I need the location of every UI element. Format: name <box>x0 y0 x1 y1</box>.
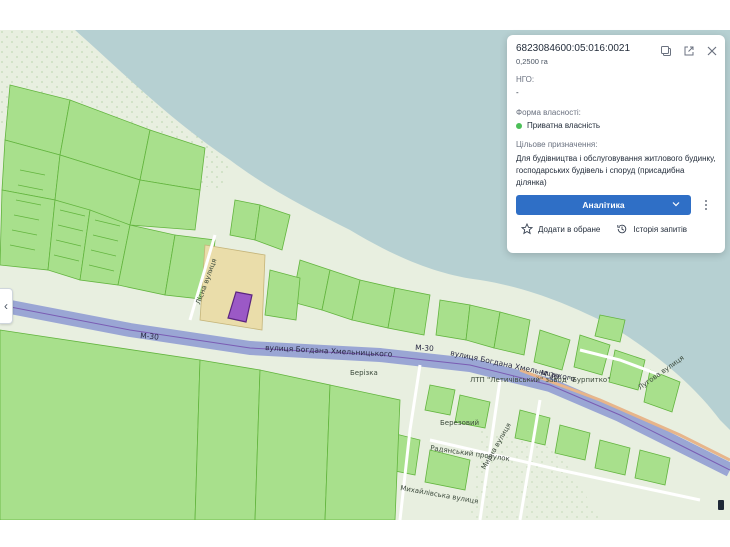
collapse-panel-handle[interactable]: ‹ <box>0 288 13 324</box>
more-vertical-icon[interactable] <box>701 197 711 213</box>
history-label: Історія запитів <box>633 224 687 234</box>
card-actions <box>659 44 719 58</box>
m30-label-left: M-30 <box>140 331 160 342</box>
ownership-label: Форма власності: <box>516 108 581 117</box>
cadastral-number: 6823084600:05:016:0021 <box>516 43 631 54</box>
place-label-bereznyi: Березовий <box>440 419 479 427</box>
purpose-value: Для будівництва і обслуговування житлово… <box>516 154 716 187</box>
add-favorite-label: Додати в обране <box>538 224 601 234</box>
ngo-value: - <box>516 88 519 97</box>
chevron-down-icon <box>672 202 680 207</box>
ownership-row: Приватна власність <box>516 121 600 130</box>
purpose-label: Цільове призначення: <box>516 140 598 149</box>
m30-label-mid: M-30 <box>415 343 434 353</box>
history-button[interactable]: Історія запитів <box>616 223 687 235</box>
star-icon <box>521 223 533 235</box>
analytics-button[interactable]: Аналітика <box>516 195 691 215</box>
place-label-berizka: Берізка <box>350 369 378 377</box>
parcel-info-card: 6823084600:05:016:0021 0,2500 га НГО: - … <box>507 35 725 253</box>
ngo-label: НГО: <box>516 75 535 84</box>
parcel-area: 0,2500 га <box>516 57 548 66</box>
history-icon <box>617 224 627 234</box>
copy-icon[interactable] <box>659 44 673 58</box>
ownership-value: Приватна власність <box>527 121 601 130</box>
map-edge-marker <box>718 500 724 510</box>
card-links: Додати в обране Історія запитів <box>521 223 687 235</box>
close-icon[interactable] <box>705 44 719 58</box>
ownership-status-dot <box>516 122 522 129</box>
chevron-left-icon: ‹ <box>4 299 8 313</box>
external-link-icon[interactable] <box>682 44 696 58</box>
add-favorite-button[interactable]: Додати в обране <box>521 223 600 235</box>
place-label-ltp: ЛТП "Летичівський" завод "Бурпитко" <box>470 376 610 384</box>
analytics-button-label: Аналітика <box>582 200 625 210</box>
